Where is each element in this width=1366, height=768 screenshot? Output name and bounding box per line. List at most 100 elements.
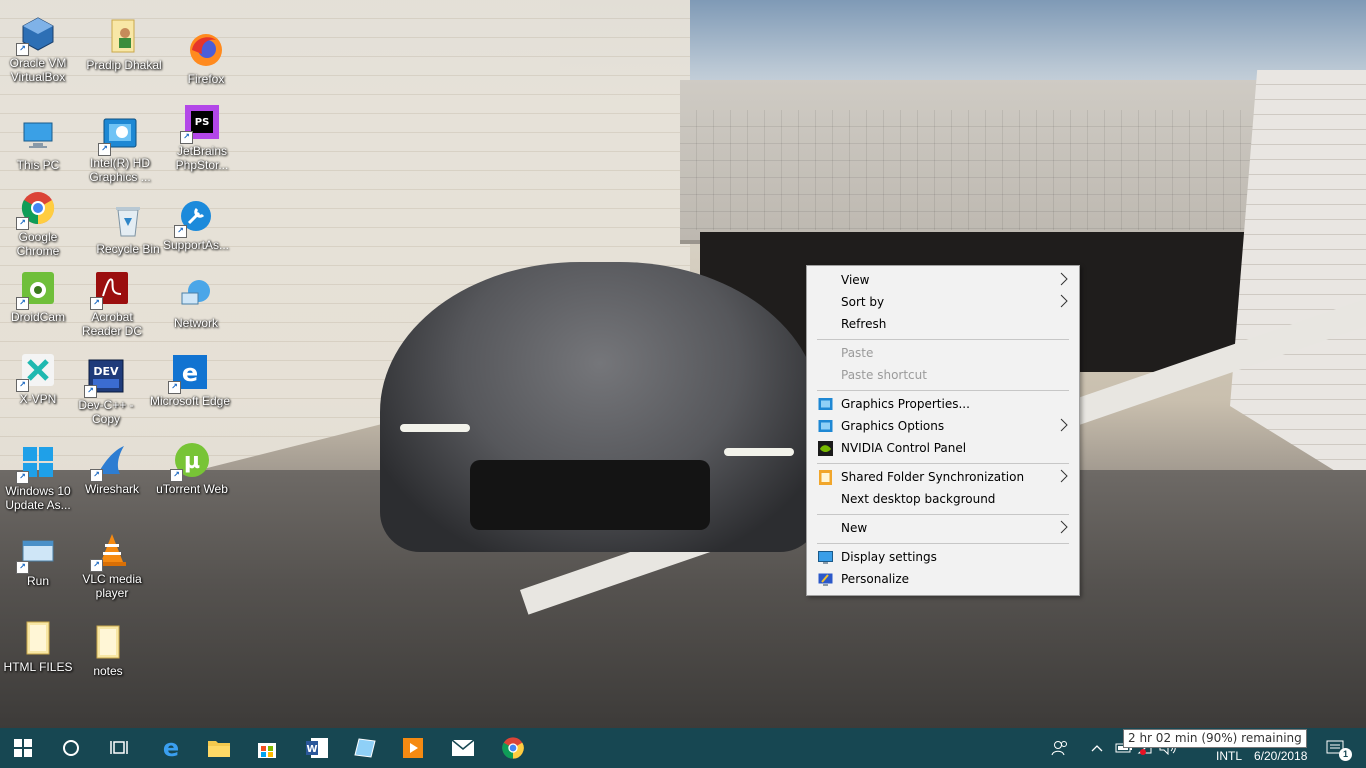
- desktop-icon-windows-update-assistant[interactable]: ↗ Windows 10 Update As...: [0, 442, 80, 512]
- chrome-icon: ↗: [16, 188, 58, 230]
- taskbar-edge[interactable]: e: [148, 728, 194, 768]
- clock-date[interactable]: 6/20/2018: [1254, 749, 1307, 763]
- cortana-search-button[interactable]: [48, 728, 94, 768]
- user-folder-icon: [104, 16, 144, 56]
- folder-icon: [88, 622, 128, 662]
- desktop-icon-label: Intel(R) HD Graphics ...: [89, 156, 151, 184]
- svg-text:DEV: DEV: [93, 365, 119, 378]
- taskbar-word[interactable]: W: [294, 728, 340, 768]
- chevron-right-icon: [1060, 294, 1068, 308]
- show-hidden-icons-button[interactable]: [1084, 728, 1110, 768]
- menu-item-label: New: [841, 521, 868, 535]
- desktop-icon-vlc[interactable]: ↗ VLC media player: [70, 530, 154, 600]
- desktop-icon-label: Google Chrome: [16, 230, 60, 258]
- desktop-icon-droidcam[interactable]: ↗ DroidCam: [0, 268, 80, 324]
- battery-tooltip: 2 hr 02 min (90%) remaining: [1123, 729, 1307, 748]
- wallpaper-car-light: [400, 424, 470, 432]
- desktop-icon-label: DroidCam: [10, 310, 65, 324]
- menu-item-sort-by[interactable]: Sort by: [807, 292, 1079, 314]
- menu-item-view[interactable]: View: [807, 270, 1079, 292]
- firefox-icon: [186, 30, 226, 70]
- people-button[interactable]: [1040, 728, 1080, 768]
- menu-item-graphics-properties[interactable]: Graphics Properties...: [807, 394, 1079, 416]
- chevron-right-icon: [1060, 272, 1068, 286]
- svg-text:e: e: [182, 359, 198, 387]
- menu-item-new[interactable]: New: [807, 518, 1079, 540]
- desktop-icon-label: This PC: [16, 158, 60, 172]
- menu-item-label: Display settings: [841, 550, 937, 564]
- desktop-icon-edge[interactable]: e ↗ Microsoft Edge: [148, 352, 232, 408]
- wireshark-icon: ↗: [90, 440, 132, 482]
- menu-item-refresh[interactable]: Refresh: [807, 314, 1079, 336]
- windows-logo-icon: ↗: [16, 442, 58, 484]
- desktop-icon-intel-graphics[interactable]: ↗ Intel(R) HD Graphics ...: [78, 114, 162, 184]
- menu-item-next-desktop-background[interactable]: Next desktop background: [807, 489, 1079, 511]
- chevron-right-icon: [1060, 469, 1068, 483]
- acrobat-icon: ↗: [90, 268, 132, 310]
- desktop-icon-run[interactable]: ↗ Run: [0, 532, 80, 588]
- desktop[interactable]: ↗ Oracle VM VirtualBox This PC ↗ Google …: [0, 0, 1366, 728]
- run-icon: ↗: [16, 532, 58, 574]
- mail-icon: [451, 739, 475, 756]
- desktop-icon-wireshark[interactable]: ↗ Wireshark: [70, 440, 154, 496]
- start-button[interactable]: [0, 728, 46, 768]
- desktop-icon-firefox[interactable]: Firefox: [164, 30, 248, 86]
- input-language[interactable]: INTL: [1216, 749, 1242, 763]
- taskbar-media-player[interactable]: [390, 728, 436, 768]
- desktop-icon-label: Oracle VM VirtualBox: [9, 56, 67, 84]
- menu-item-label: View: [841, 273, 870, 287]
- x-vpn-icon: ↗: [16, 350, 58, 392]
- desktop-icon-pradip-dhakal[interactable]: Pradip Dhakal: [82, 16, 166, 72]
- desktop-icon-network[interactable]: Network: [154, 274, 238, 330]
- desktop-icon-phpstorm[interactable]: PS ↗ JetBrains PhpStor...: [160, 102, 244, 172]
- utorrent-icon: µ ↗: [170, 440, 212, 482]
- taskbar-app-blue-card[interactable]: [342, 728, 388, 768]
- desktop-icon-notes[interactable]: notes: [66, 622, 150, 678]
- desktop-icon-this-pc[interactable]: This PC: [0, 116, 80, 172]
- taskbar-store[interactable]: [244, 728, 290, 768]
- desktop-icon-label: Wireshark: [84, 482, 139, 496]
- menu-item-display-settings[interactable]: Display settings: [807, 547, 1079, 569]
- taskbar-file-explorer[interactable]: [196, 728, 242, 768]
- menu-item-label: Refresh: [841, 317, 887, 331]
- desktop-icon-utorrent-web[interactable]: µ ↗ uTorrent Web: [150, 440, 234, 496]
- chevron-right-icon: [1060, 520, 1068, 534]
- desktop-icon-label: VLC media player: [82, 572, 142, 600]
- desktop-icon-label: Acrobat Reader DC: [81, 310, 143, 338]
- intel-graphics-icon: ↗: [98, 114, 140, 156]
- desktop-icon-acrobat-reader[interactable]: ↗ Acrobat Reader DC: [70, 268, 154, 338]
- desktop-icon-label: Firefox: [187, 72, 225, 86]
- menu-item-shared-folder-sync[interactable]: Shared Folder Synchronization: [807, 467, 1079, 489]
- wallpaper-car-grille: [470, 460, 710, 530]
- menu-separator: [817, 514, 1069, 515]
- recycle-bin-icon: [108, 200, 148, 240]
- menu-item-nvidia-control-panel[interactable]: NVIDIA Control Panel: [807, 438, 1079, 460]
- folder-icon: [208, 741, 230, 757]
- menu-item-paste-shortcut[interactable]: Paste shortcut: [807, 365, 1079, 387]
- action-center-button[interactable]: 1: [1316, 728, 1356, 768]
- task-view-button[interactable]: [96, 728, 142, 768]
- taskbar-mail[interactable]: [440, 728, 486, 768]
- desktop-icon-dev-cpp[interactable]: DEV ↗ Dev-C++ - Copy: [64, 356, 148, 426]
- vlc-icon: ↗: [90, 530, 132, 572]
- windows-logo-icon: [14, 739, 32, 757]
- desktop-icon-chrome[interactable]: ↗ Google Chrome: [0, 188, 80, 258]
- monitor-icon: [818, 551, 833, 564]
- desktop-icon-supportassist[interactable]: ↗ SupportAs...: [154, 196, 238, 252]
- store-icon: [258, 743, 276, 758]
- menu-item-label: Shared Folder Synchronization: [841, 470, 1025, 484]
- intel-graphics-icon: [818, 420, 833, 432]
- menu-item-label: Sort by: [841, 295, 885, 309]
- dev-cpp-icon: DEV ↗: [84, 356, 126, 398]
- computer-icon: [18, 116, 58, 156]
- taskbar-chrome[interactable]: [490, 728, 536, 768]
- wallpaper-bridge-tiles: [680, 110, 1270, 230]
- menu-item-label: NVIDIA Control Panel: [841, 441, 967, 455]
- menu-separator: [817, 390, 1069, 391]
- svg-text:µ: µ: [184, 449, 200, 474]
- menu-item-personalize[interactable]: Personalize: [807, 569, 1079, 591]
- desktop-icon-virtualbox[interactable]: ↗ Oracle VM VirtualBox: [0, 14, 80, 84]
- menu-item-graphics-options[interactable]: Graphics Options: [807, 416, 1079, 438]
- network-icon: [176, 274, 216, 314]
- menu-item-paste[interactable]: Paste: [807, 343, 1079, 365]
